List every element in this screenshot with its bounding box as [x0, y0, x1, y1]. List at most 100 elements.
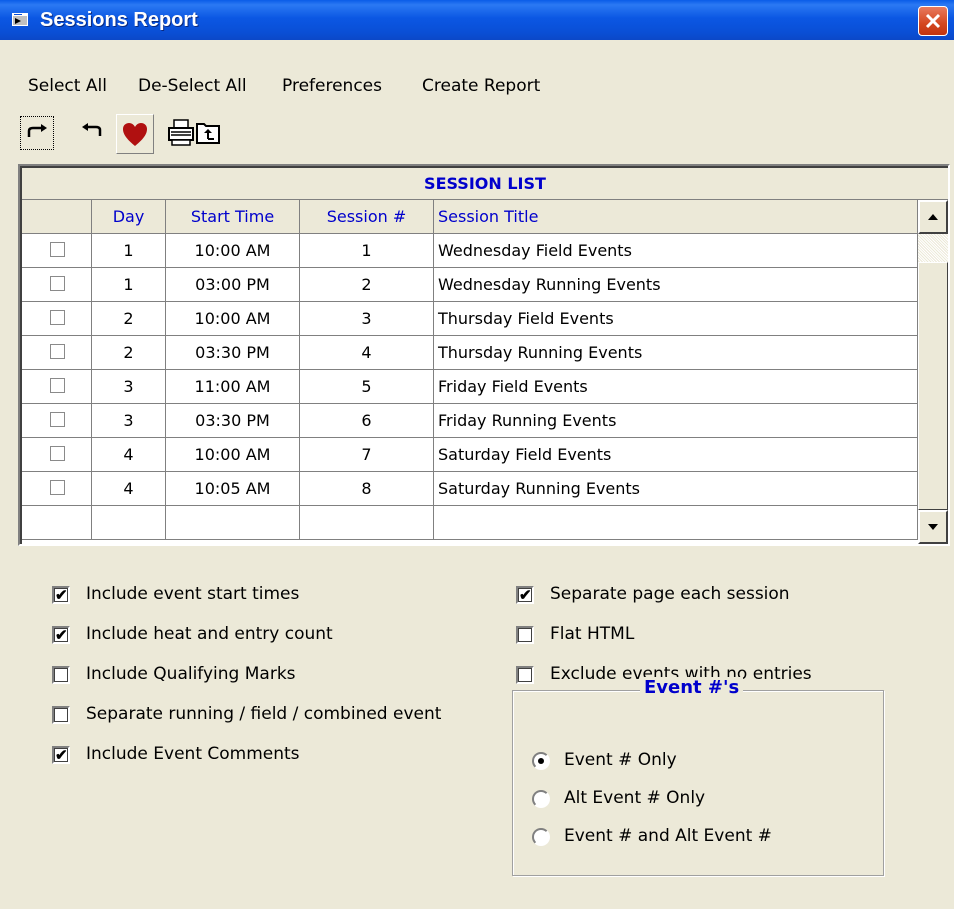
favorite-button[interactable]: [116, 114, 154, 154]
export-icon: [196, 123, 220, 144]
scroll-down-button[interactable]: [918, 510, 948, 544]
include-qualifying-marks-checkbox[interactable]: [52, 666, 70, 684]
separate-running-field-combined-event-label: Separate running / field / combined even…: [86, 704, 442, 724]
grid-heading: SESSION LIST: [22, 168, 948, 200]
close-button[interactable]: [918, 6, 948, 36]
option-separate-page-each-session[interactable]: ✔ Separate page each session: [516, 584, 936, 608]
cell-session: 5: [300, 370, 434, 404]
row-checkbox[interactable]: [50, 310, 65, 325]
separate-running-field-combined-event-checkbox[interactable]: [52, 706, 70, 724]
include-event-comments-checkbox[interactable]: ✔: [52, 746, 70, 764]
exclude-events-with-no-entries-checkbox[interactable]: [516, 666, 534, 684]
cell-start: 11:00 AM: [166, 370, 300, 404]
menu-create-report[interactable]: Create Report: [422, 76, 540, 96]
table-row-new[interactable]: [22, 506, 918, 540]
row-checkbox[interactable]: [50, 480, 65, 495]
checkmark-icon: ✔: [519, 587, 532, 604]
cell-session: 2: [300, 268, 434, 302]
column-header-start-time[interactable]: Start Time: [166, 200, 300, 234]
column-header-select: [22, 200, 92, 234]
radio-event-and-alt-event[interactable]: Event # and Alt Event #: [532, 826, 852, 850]
cell-start: 10:00 AM: [166, 438, 300, 472]
table-row[interactable]: 4 10:00 AM 7 Saturday Field Events: [22, 438, 918, 472]
option-include-event-start-times[interactable]: ✔ Include event start times: [52, 584, 472, 608]
table-row[interactable]: 4 10:05 AM 8 Saturday Running Events: [22, 472, 918, 506]
event-and-alt-event-radio[interactable]: [532, 828, 550, 846]
include-event-comments-label: Include Event Comments: [86, 744, 300, 764]
menu-select-all[interactable]: Select All: [28, 76, 107, 96]
checkmark-icon: ✔: [55, 587, 68, 604]
cell-title: Saturday Field Events: [434, 438, 918, 472]
cell-day: 3: [92, 404, 166, 438]
cell-select: [22, 268, 92, 302]
flat-html-checkbox[interactable]: [516, 626, 534, 644]
table-row[interactable]: 3 11:00 AM 5 Friday Field Events: [22, 370, 918, 404]
row-checkbox[interactable]: [50, 344, 65, 359]
option-flat-html[interactable]: Flat HTML: [516, 624, 936, 648]
cell-title: Friday Field Events: [434, 370, 918, 404]
separate-page-each-session-checkbox[interactable]: ✔: [516, 586, 534, 604]
cell-session: 7: [300, 438, 434, 472]
include-event-start-times-label: Include event start times: [86, 584, 300, 604]
row-checkbox[interactable]: [50, 446, 65, 461]
table-row[interactable]: 3 03:30 PM 6 Friday Running Events: [22, 404, 918, 438]
alt-event-only-radio[interactable]: [532, 790, 550, 808]
cell-day: 4: [92, 438, 166, 472]
cell-select: [22, 302, 92, 336]
option-separate-running-field-combined-event[interactable]: Separate running / field / combined even…: [52, 704, 472, 728]
redo-button[interactable]: [20, 116, 54, 150]
cell-start: 03:30 PM: [166, 336, 300, 370]
cell-start: 10:05 AM: [166, 472, 300, 506]
option-include-qualifying-marks[interactable]: Include Qualifying Marks: [52, 664, 472, 688]
cell-day: 2: [92, 302, 166, 336]
include-event-start-times-checkbox[interactable]: ✔: [52, 586, 70, 604]
column-header-session-title[interactable]: Session Title: [434, 200, 918, 234]
cell-select: [22, 438, 92, 472]
scroll-up-button[interactable]: [918, 200, 948, 234]
cell-session: 3: [300, 302, 434, 336]
menu-deselect-all[interactable]: De-Select All: [138, 76, 247, 96]
cell-select: [22, 234, 92, 268]
title-bar: Sessions Report: [0, 0, 954, 40]
window-icon: [12, 13, 28, 26]
row-checkbox[interactable]: [50, 276, 65, 291]
cell-start: 03:30 PM: [166, 404, 300, 438]
column-header-session-number[interactable]: Session #: [300, 200, 434, 234]
event-number-group-title: Event #'s: [640, 677, 744, 698]
close-icon: [925, 13, 941, 29]
row-checkbox[interactable]: [50, 242, 65, 257]
table-row[interactable]: 1 03:00 PM 2 Wednesday Running Events: [22, 268, 918, 302]
table-row[interactable]: 2 03:30 PM 4 Thursday Running Events: [22, 336, 918, 370]
cell-select: [22, 472, 92, 506]
window-title: Sessions Report: [40, 9, 198, 31]
empty-cell: [166, 506, 300, 540]
empty-cell: [92, 506, 166, 540]
option-include-heat-and-entry-count[interactable]: ✔ Include heat and entry count: [52, 624, 472, 648]
checkmark-icon: ✔: [55, 627, 68, 644]
option-include-event-comments[interactable]: ✔ Include Event Comments: [52, 744, 472, 768]
export-button[interactable]: [192, 116, 226, 150]
radio-event-only[interactable]: Event # Only: [532, 750, 852, 774]
cell-title: Friday Running Events: [434, 404, 918, 438]
empty-cell: [300, 506, 434, 540]
menu-bar: [0, 40, 954, 70]
cell-day: 2: [92, 336, 166, 370]
radio-alt-event-only[interactable]: Alt Event # Only: [532, 788, 852, 812]
event-only-radio[interactable]: [532, 752, 550, 770]
cell-day: 3: [92, 370, 166, 404]
event-only-label: Event # Only: [564, 750, 677, 770]
heart-icon: [123, 123, 147, 146]
cell-title: Saturday Running Events: [434, 472, 918, 506]
scroll-thumb[interactable]: [918, 262, 948, 510]
radio-dot-icon: [538, 758, 544, 764]
table-row[interactable]: 2 10:00 AM 3 Thursday Field Events: [22, 302, 918, 336]
separate-page-each-session-label: Separate page each session: [550, 584, 790, 604]
cell-select: [22, 370, 92, 404]
include-heat-and-entry-count-checkbox[interactable]: ✔: [52, 626, 70, 644]
row-checkbox[interactable]: [50, 378, 65, 393]
row-checkbox[interactable]: [50, 412, 65, 427]
column-header-day[interactable]: Day: [92, 200, 166, 234]
table-row[interactable]: 1 10:00 AM 1 Wednesday Field Events: [22, 234, 918, 268]
undo-button[interactable]: [76, 116, 110, 150]
menu-preferences[interactable]: Preferences: [282, 76, 382, 96]
